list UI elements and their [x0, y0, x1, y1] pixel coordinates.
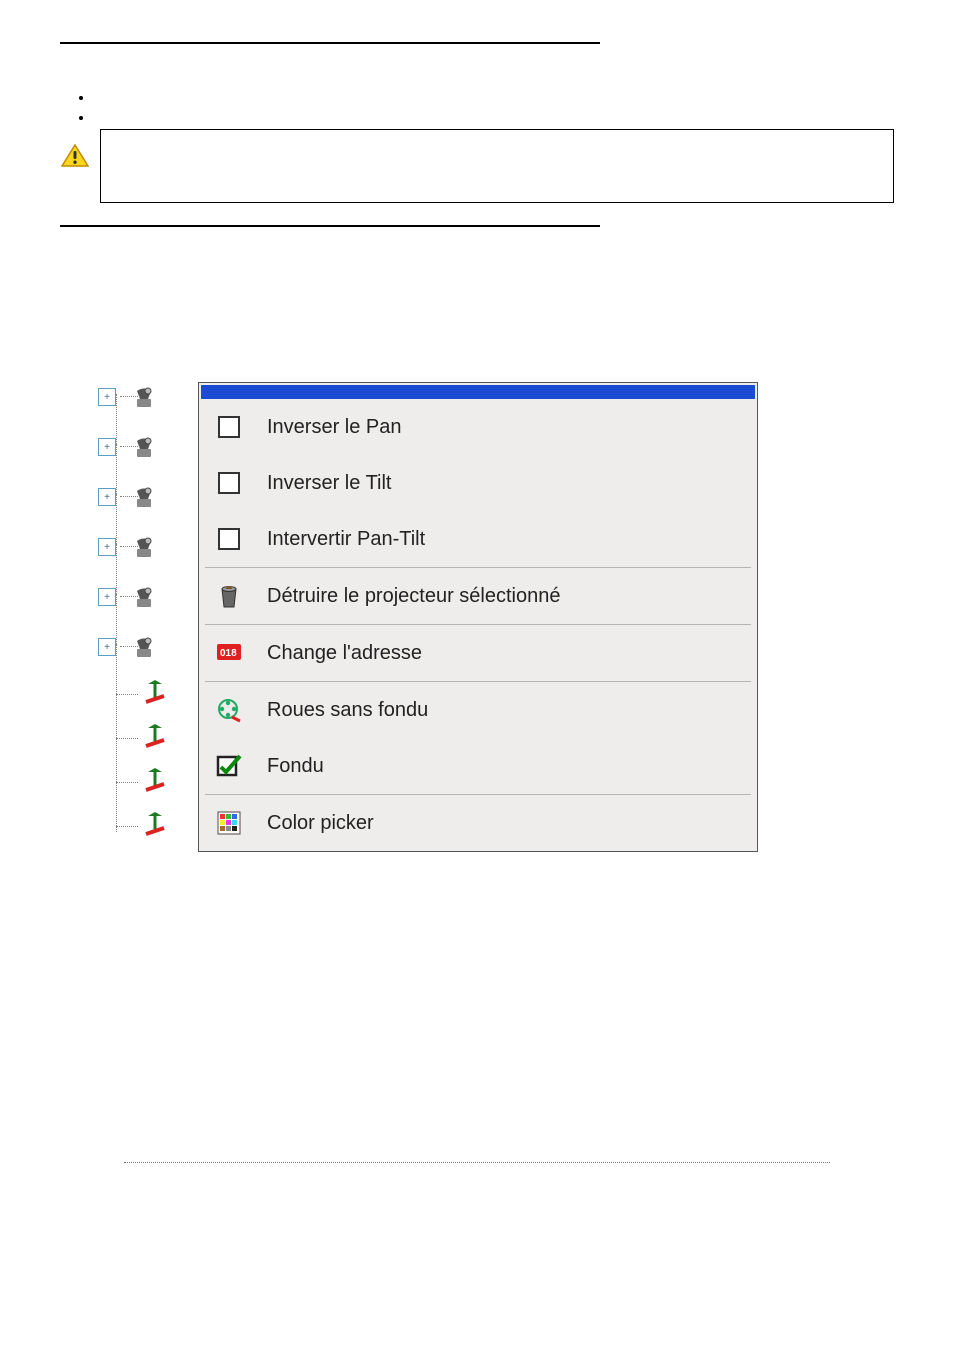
alert-box [100, 129, 894, 203]
address-icon: 018 [211, 635, 247, 671]
fixture-icon [130, 533, 158, 561]
bullet-1 [94, 89, 894, 99]
tree-fixture-row[interactable]: + [98, 372, 188, 422]
menu-item-change-address[interactable]: 018 Change l'adresse [199, 625, 757, 681]
menu-titlebar [201, 385, 755, 399]
fixture-icon [130, 633, 158, 661]
bullet-2 [94, 109, 894, 119]
expand-icon[interactable]: + [98, 538, 116, 556]
section-underline-top [60, 40, 600, 44]
expand-icon[interactable]: + [98, 638, 116, 656]
footer-rule [124, 1162, 830, 1163]
tree-param-row[interactable] [98, 804, 188, 848]
fixture-icon [130, 383, 158, 411]
tree-fixture-row[interactable]: + [98, 572, 188, 622]
svg-text:018: 018 [220, 648, 237, 659]
bullet-list [80, 89, 894, 119]
color-picker-icon [211, 805, 247, 841]
param-icon [142, 724, 170, 752]
tree-param-row[interactable] [98, 716, 188, 760]
expand-icon[interactable]: + [98, 488, 116, 506]
checkbox-checked-icon [211, 748, 247, 784]
trash-icon [211, 578, 247, 614]
menu-item-label: Fondu [267, 755, 324, 778]
section-underline-mid [60, 223, 600, 227]
menu-item-label: Change l'adresse [267, 642, 422, 665]
param-icon [142, 768, 170, 796]
param-icon [142, 812, 170, 840]
menu-item-label: Détruire le projecteur sélectionné [267, 585, 561, 608]
fixture-icon [130, 583, 158, 611]
menu-item-wheels-no-fade[interactable]: Roues sans fondu [199, 682, 757, 738]
param-icon [142, 680, 170, 708]
menu-item-label: Inverser le Pan [267, 416, 402, 439]
checkbox-unchecked-icon [211, 409, 247, 445]
expand-icon[interactable]: + [98, 388, 116, 406]
context-menu: Inverser le Pan Inverser le Tilt Interve… [198, 382, 758, 852]
tree-fixture-row[interactable]: + [98, 522, 188, 572]
page-body: + + + [0, 0, 954, 902]
menu-item-fade[interactable]: Fondu [199, 738, 757, 794]
tree-fixture-row[interactable]: + [98, 472, 188, 522]
expand-icon[interactable]: + [98, 588, 116, 606]
menu-item-label: Color picker [267, 812, 374, 835]
menu-item-invert-pan[interactable]: Inverser le Pan [199, 399, 757, 455]
tree-view[interactable]: + + + [98, 372, 188, 848]
menu-item-invert-tilt[interactable]: Inverser le Tilt [199, 455, 757, 511]
menu-item-swap-pan-tilt[interactable]: Intervertir Pan-Tilt [199, 511, 757, 567]
tree-param-row[interactable] [98, 760, 188, 804]
expand-icon[interactable]: + [98, 438, 116, 456]
wheel-icon [211, 692, 247, 728]
page-footer [0, 1162, 954, 1163]
tree-fixture-row[interactable]: + [98, 622, 188, 672]
menu-item-label: Roues sans fondu [267, 699, 428, 722]
menu-item-color-picker[interactable]: Color picker [199, 795, 757, 851]
menu-item-label: Inverser le Tilt [267, 472, 391, 495]
menu-item-delete-fixture[interactable]: Détruire le projecteur sélectionné [199, 568, 757, 624]
fixture-icon [130, 433, 158, 461]
menu-item-label: Intervertir Pan-Tilt [267, 528, 425, 551]
fixture-icon [130, 483, 158, 511]
warning-icon [60, 139, 90, 173]
checkbox-unchecked-icon [211, 521, 247, 557]
tree-fixture-row[interactable]: + [98, 422, 188, 472]
screenshot-figure: + + + [90, 372, 690, 902]
checkbox-unchecked-icon [211, 465, 247, 501]
tree-param-row[interactable] [98, 672, 188, 716]
